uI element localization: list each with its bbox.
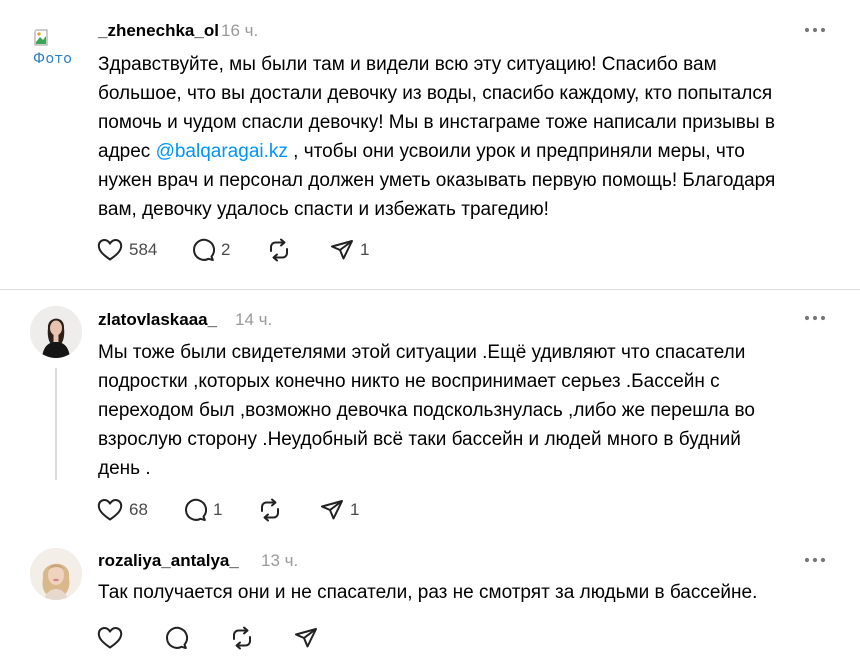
repost-button[interactable]: [229, 626, 255, 650]
post-username[interactable]: _zhenechka_ol: [98, 21, 219, 41]
avatar-photo: [30, 306, 82, 358]
comment-button[interactable]: [164, 626, 188, 650]
repost-button[interactable]: [257, 498, 283, 522]
post-time[interactable]: 13 ч.: [261, 551, 298, 571]
comment-button[interactable]: 2: [191, 238, 230, 262]
post-time[interactable]: 14 ч.: [235, 310, 272, 330]
comment-count: 1: [213, 500, 223, 519]
more-icon[interactable]: [804, 26, 826, 34]
text-segment: адрес: [98, 141, 156, 162]
avatar[interactable]: Фото: [30, 20, 82, 72]
share-count: 1: [350, 500, 360, 519]
like-button[interactable]: 584: [97, 238, 157, 262]
share-button[interactable]: 1: [320, 498, 359, 522]
text-line-with-mention: адрес @balqaragai.kz , чтобы они усвоили…: [98, 137, 818, 166]
comment-icon: [193, 238, 215, 261]
text-line: подростки ,которых конечно никто не восп…: [98, 371, 720, 392]
repost-icon: [270, 238, 288, 262]
text-line: день .: [98, 458, 151, 479]
avatar-photo: [30, 548, 82, 600]
comment-icon: [166, 626, 188, 649]
post-time[interactable]: 16 ч.: [221, 21, 258, 41]
comment-button[interactable]: 1: [183, 498, 222, 522]
text-segment: , чтобы они усвоили урок и предприняли м…: [287, 141, 745, 162]
post-text: Здравствуйте, мы были там и видели всю э…: [98, 50, 818, 224]
post-1: Фото _zhenechka_ol 16 ч. Здравствуйте, м…: [0, 0, 860, 290]
avatar[interactable]: [30, 548, 82, 600]
share-button[interactable]: 1: [330, 238, 369, 262]
post-username[interactable]: zlatovlaskaaa_: [98, 310, 217, 330]
post-2: zlatovlaskaaa_ 14 ч. Мы тоже были свидет…: [0, 290, 860, 540]
text-line: нужен врач и персонал должен уметь оказы…: [98, 170, 776, 191]
post-3: rozaliya_antalya_ 13 ч. Так получается о…: [0, 540, 860, 666]
post-text: Мы тоже были свидетелями этой ситуации .…: [98, 338, 818, 483]
post-username[interactable]: rozaliya_antalya_: [98, 551, 239, 571]
broken-image-icon: [34, 29, 48, 46]
text-line: Здравствуйте, мы были там и видели всю э…: [98, 54, 717, 75]
more-icon[interactable]: [804, 556, 826, 564]
text-line: большое, что вы достали девочку из воды,…: [98, 83, 773, 104]
comment-count: 2: [221, 240, 231, 259]
share-button[interactable]: [294, 626, 318, 650]
like-count: 68: [129, 500, 148, 519]
text-line: переходом был ,возможно девочка подсколь…: [98, 400, 755, 421]
avatar-alt-text: Фото: [33, 51, 73, 67]
text-line: вам, девочку удалось спасти и избежать т…: [98, 199, 549, 220]
avatar[interactable]: [30, 306, 82, 358]
heart-icon: [97, 627, 123, 649]
share-count: 1: [360, 240, 370, 259]
share-icon: [331, 240, 353, 260]
text-line: Мы тоже были свидетелями этой ситуации .…: [98, 342, 746, 363]
share-icon: [321, 500, 343, 520]
thread-line: [55, 368, 57, 480]
text-line: помочь и чудом спасли девочку! Мы в инст…: [98, 112, 775, 133]
text-line: взрослую сторону .Неудобный всё таки бас…: [98, 429, 741, 450]
like-count: 584: [129, 240, 158, 259]
repost-icon: [261, 498, 279, 522]
like-button[interactable]: [97, 626, 123, 650]
repost-icon: [233, 626, 251, 650]
repost-button[interactable]: [266, 238, 292, 262]
like-button[interactable]: 68: [97, 498, 148, 522]
more-icon[interactable]: [804, 314, 826, 322]
share-icon: [295, 628, 317, 648]
post-text: Так получается они и не спасатели, раз н…: [98, 578, 818, 607]
mention-link[interactable]: @balqaragai.kz: [156, 141, 288, 162]
text-line: Так получается они и не спасатели, раз н…: [98, 582, 758, 603]
comment-icon: [185, 498, 207, 521]
heart-icon: [97, 499, 123, 521]
heart-icon: [97, 239, 123, 261]
